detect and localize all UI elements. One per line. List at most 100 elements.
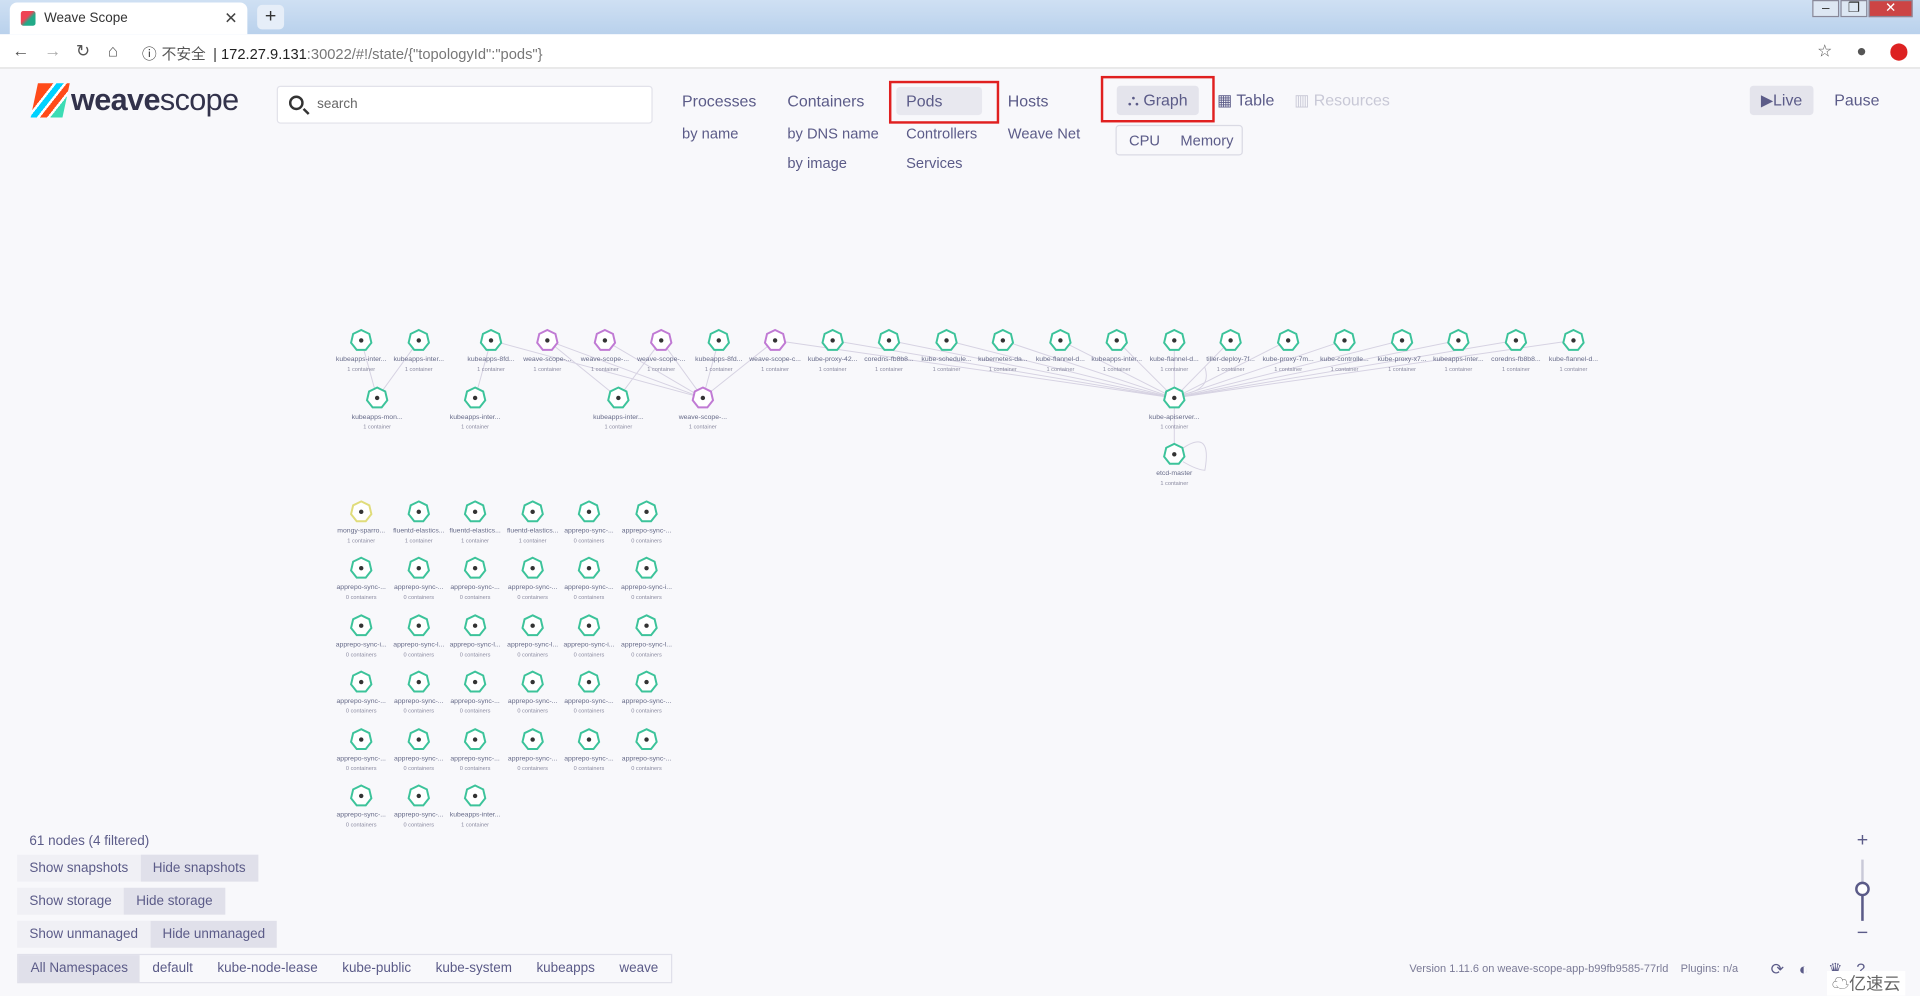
namespace-default[interactable]: default [140, 955, 205, 982]
metric-cpu[interactable]: CPU [1129, 132, 1160, 149]
topology-processes[interactable]: Processes [682, 92, 756, 110]
zoom-slider-handle[interactable] [1855, 881, 1870, 897]
pod-node[interactable]: kubeapps-8fd... 1 container [695, 328, 742, 373]
pod-node[interactable]: apprepo-sync-... 0 containers [508, 670, 558, 715]
pod-node[interactable]: apprepo-sync-... 0 containers [564, 670, 614, 715]
zoom-control: + − [1853, 830, 1873, 945]
pod-node[interactable]: apprepo-sync-... 0 containers [564, 728, 614, 772]
pod-node[interactable]: apprepo-sync-... 0 containers [336, 670, 386, 715]
pod-node[interactable]: fluentd-elastics... 1 container [393, 500, 445, 544]
pod-node[interactable]: apprepo-sync-l... 0 containers [621, 614, 672, 658]
pod-node[interactable]: apprepo-sync-... 0 containers [394, 556, 444, 601]
topology-containers[interactable]: Containers [787, 92, 864, 110]
namespace-all-namespaces[interactable]: All Namespaces [18, 955, 141, 983]
pause-button[interactable]: Pause [1823, 86, 1890, 114]
topology-containers-by-image[interactable]: by image [787, 154, 847, 171]
topology-hosts-weave-net[interactable]: Weave Net [1008, 125, 1080, 142]
pod-node[interactable]: kube-schedule... 1 container [921, 328, 972, 373]
refresh-icon[interactable]: ⟳ [1771, 960, 1784, 980]
zoom-out-icon[interactable]: − [1853, 923, 1873, 945]
pod-node[interactable]: kube-flannel-d... 1 container [1549, 328, 1598, 373]
pod-node[interactable]: apprepo-sync-... 0 containers [450, 556, 500, 601]
pod-node[interactable]: apprepo-sync-... 0 containers [508, 728, 558, 772]
pod-node[interactable]: kubeapps-mon... 1 container [352, 386, 403, 431]
hide-snapshots-button[interactable]: Hide snapshots [140, 854, 258, 882]
pod-node[interactable]: apprepo-sync-... 0 containers [508, 556, 558, 601]
pod-node[interactable]: apprepo-sync-i... 0 containers [563, 614, 615, 658]
pod-node[interactable]: apprepo-sync-i... 0 containers [621, 556, 672, 601]
pod-center-dot [886, 338, 892, 343]
pod-node[interactable]: kube-proxy-7m... 1 container [1262, 328, 1314, 373]
pod-node[interactable]: apprepo-sync-... 0 containers [622, 670, 672, 715]
pod-node[interactable]: etcd-master 1 container [1156, 442, 1193, 487]
namespace-kube-public[interactable]: kube-public [330, 955, 423, 982]
topology-containers-by-dns[interactable]: by DNS name [787, 125, 878, 142]
pod-node[interactable]: kubeapps-8fd... 1 container [467, 328, 515, 373]
pod-node[interactable]: kubeapps-inter... 1 container [336, 328, 387, 373]
pod-node[interactable]: apprepo-sync-... 0 containers [564, 500, 614, 544]
live-button[interactable]: ▶Live [1749, 85, 1814, 116]
hide-unmanaged-button[interactable]: Hide unmanaged [150, 920, 278, 948]
hide-storage-button[interactable]: Hide storage [123, 887, 225, 915]
show-snapshots-button[interactable]: Show snapshots [17, 854, 141, 882]
pod-node[interactable]: apprepo-sync-l... 0 containers [450, 614, 501, 658]
pod-node[interactable]: apprepo-sync-... 0 containers [394, 728, 444, 772]
show-storage-button[interactable]: Show storage [17, 887, 124, 915]
zoom-in-icon[interactable]: + [1853, 830, 1873, 852]
pod-label: apprepo-sync-... [622, 755, 672, 762]
topology-pods-controllers[interactable]: Controllers [906, 125, 977, 142]
namespace-kube-system[interactable]: kube-system [423, 955, 524, 982]
pod-center-dot [644, 623, 649, 628]
pod-node[interactable]: weave-scope-... 1 container [522, 328, 572, 373]
pod-node[interactable]: fluentd-elastics... 1 container [507, 500, 558, 544]
pod-node[interactable]: fluentd-elastics... 1 container [449, 500, 501, 544]
pod-node[interactable]: apprepo-sync-... 0 containers [336, 784, 386, 829]
show-unmanaged-button[interactable]: Show unmanaged [17, 920, 151, 948]
pod-node[interactable]: apprepo-sync-... 0 containers [394, 784, 444, 829]
pod-node[interactable]: apprepo-sync-l... 0 containers [393, 614, 444, 658]
pod-node[interactable]: apprepo-sync-... 0 containers [336, 728, 386, 772]
namespace-kubeapps[interactable]: kubeapps [524, 955, 607, 982]
pod-node[interactable]: weave-scope-c... 1 container [748, 328, 801, 373]
topology-processes-by-name[interactable]: by name [682, 125, 738, 142]
namespace-weave[interactable]: weave [607, 955, 670, 982]
pod-center-dot [472, 793, 478, 799]
pod-sublabel: 1 container [1217, 367, 1245, 373]
view-table-button[interactable]: ▦ Table [1206, 86, 1285, 115]
pod-center-dot [700, 395, 706, 401]
topology-pods-services[interactable]: Services [906, 154, 962, 171]
pod-node[interactable]: kubeapps-inter... 1 container [593, 386, 644, 431]
pod-node[interactable]: apprepo-sync-i... 0 containers [336, 614, 387, 658]
pod-node[interactable]: weave-scope-... 1 container [678, 386, 727, 431]
pod-node[interactable]: apprepo-sync-... 0 containers [394, 670, 444, 715]
pod-node[interactable]: kube-flannel-d... 1 container [1036, 328, 1085, 373]
pod-node[interactable]: kubeapps-inter... 1 container [1091, 328, 1142, 373]
view-resources-button[interactable]: ▥ Resources [1283, 86, 1401, 115]
pod-node[interactable]: coredns-fb8b8... 1 container [864, 328, 914, 373]
pod-label: kubeapps-inter... [393, 356, 444, 363]
pod-center-dot [359, 623, 364, 628]
pod-center-dot [1228, 338, 1233, 343]
contrast-icon[interactable]: ◐ [1799, 960, 1809, 978]
pod-sublabel: 1 container [591, 367, 619, 373]
namespace-kube-node-lease[interactable]: kube-node-lease [205, 955, 330, 982]
pod-node[interactable]: apprepo-sync-... 0 containers [450, 670, 500, 715]
pod-center-dot [944, 338, 949, 343]
search-input[interactable]: search [276, 85, 653, 124]
pod-label: apprepo-sync-... [564, 528, 614, 535]
pod-node[interactable]: apprepo-sync-... 0 containers [336, 556, 386, 601]
pod-node[interactable]: apprepo-sync-... 0 containers [564, 556, 614, 601]
pod-node[interactable]: kubeapps-inter... 1 container [450, 386, 501, 431]
pod-node[interactable]: weave-scope-... 1 container [636, 328, 685, 373]
metric-memory[interactable]: Memory [1180, 132, 1233, 149]
pod-node[interactable]: kubeapps-inter... 1 container [393, 328, 444, 373]
pod-node[interactable]: apprepo-sync-l... 0 containers [507, 614, 558, 658]
pod-node[interactable]: apprepo-sync-... 0 containers [622, 500, 672, 544]
pod-node[interactable]: kubeapps-inter... 1 container [1433, 328, 1484, 373]
pod-node[interactable]: apprepo-sync-... 0 containers [622, 728, 672, 772]
topology-hosts[interactable]: Hosts [1008, 92, 1049, 110]
pod-node[interactable]: kubeapps-inter... 1 container [450, 784, 501, 829]
pod-node[interactable]: apprepo-sync-... 0 containers [450, 728, 500, 772]
pod-node[interactable]: tiller-deploy-7f... 1 container [1206, 328, 1255, 373]
pod-node[interactable]: mongy-sparro... 1 container [337, 500, 385, 544]
